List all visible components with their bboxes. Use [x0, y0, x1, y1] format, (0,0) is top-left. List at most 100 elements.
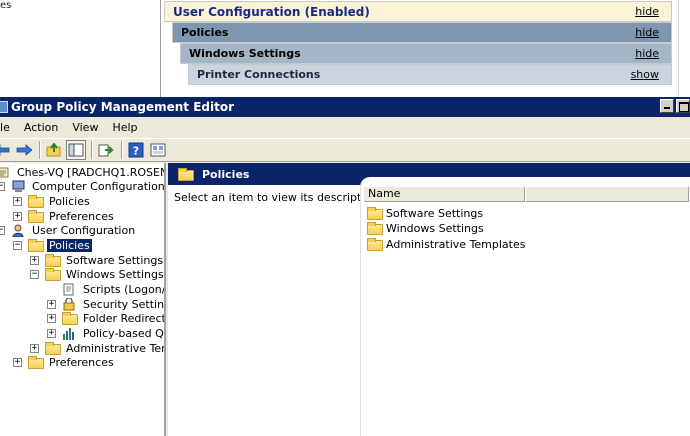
expand-toggle[interactable]: + — [13, 197, 22, 206]
tree-node-administrative-templates[interactable]: + Administrative Templat — [30, 341, 164, 356]
tree-label: Folder Redirection — [83, 312, 166, 325]
tree-label: Security Settings — [83, 298, 165, 311]
menu-bar: ile Action View Help — [0, 117, 690, 138]
computer-icon — [11, 180, 27, 193]
report-row-user-configuration: User Configuration (Enabled) hide — [164, 1, 672, 22]
tree-label: User Configuration — [32, 224, 136, 237]
tree-label: Preferences — [49, 210, 114, 223]
column-header-extra[interactable] — [525, 187, 689, 202]
export-list-icon[interactable] — [96, 140, 116, 160]
items-list[interactable]: Name Software Settings Windows Settings … — [360, 177, 690, 436]
menu-view[interactable]: View — [65, 121, 105, 134]
collapse-toggle[interactable]: − — [0, 182, 5, 191]
report-divider — [160, 0, 161, 97]
hide-link[interactable]: hide — [635, 47, 659, 60]
tree-node-windows-settings[interactable]: − Windows Settings — [30, 267, 164, 282]
expand-toggle[interactable]: + — [47, 300, 56, 309]
expand-toggle[interactable]: + — [47, 329, 56, 338]
hide-link[interactable]: hide — [635, 26, 659, 39]
folder-icon — [367, 222, 383, 235]
tree-label: Administrative Templat — [66, 342, 164, 355]
tree-node-user-configuration[interactable]: − User Configuration — [0, 223, 137, 238]
expand-toggle[interactable]: + — [13, 212, 22, 221]
description-text: Select an item to view its description. — [174, 191, 382, 204]
menu-action[interactable]: Action — [17, 121, 65, 134]
tree-node-policy-based-qos[interactable]: + Policy-based QoS — [47, 326, 164, 341]
forward-arrow-icon[interactable] — [14, 140, 34, 160]
tree-label: Ches-VQ [RADCHQ1.ROSENBERG. — [17, 166, 166, 179]
left-fragment-text: es — [0, 0, 12, 11]
toolbar: ? — [0, 138, 690, 162]
tree-node-folder-redirection[interactable]: + Folder Redirection — [47, 311, 166, 326]
folder-icon — [28, 210, 44, 223]
hide-link[interactable]: hide — [635, 5, 659, 18]
folder-open-icon — [28, 239, 44, 252]
toolbar-separator — [121, 141, 123, 159]
window-controls — [660, 99, 690, 113]
tree-node-computer-policies[interactable]: + Policies — [13, 194, 92, 209]
collapse-toggle[interactable]: − — [30, 270, 39, 279]
tree-root-gpo[interactable]: Ches-VQ [RADCHQ1.ROSENBERG. — [0, 165, 166, 180]
tree-node-user-preferences[interactable]: + Preferences — [13, 355, 116, 370]
collapse-toggle[interactable]: − — [13, 241, 22, 250]
maximize-button[interactable] — [676, 99, 690, 113]
show-link[interactable]: show — [631, 68, 659, 81]
tree-node-scripts[interactable]: Scripts (Logon/Logo — [62, 282, 164, 297]
expand-toggle[interactable]: + — [13, 358, 22, 367]
security-icon — [62, 297, 78, 311]
expand-toggle[interactable]: + — [47, 314, 56, 323]
qos-chart-icon — [62, 327, 78, 340]
list-item-label: Windows Settings — [386, 222, 484, 235]
help-icon[interactable]: ? — [126, 140, 146, 160]
tree-node-user-policies[interactable]: − Policies — [13, 238, 93, 253]
svg-text:?: ? — [133, 145, 139, 158]
app-icon — [0, 101, 8, 113]
list-item-software-settings[interactable]: Software Settings — [367, 206, 483, 221]
report-row-policies: Policies hide — [172, 22, 672, 43]
tree-label: Windows Settings — [66, 268, 164, 281]
folder-icon — [367, 238, 383, 251]
minimize-button[interactable] — [660, 99, 674, 113]
menu-help[interactable]: Help — [105, 121, 144, 134]
up-folder-icon[interactable] — [44, 140, 64, 160]
gp-settings-report: es User Configuration (Enabled) hide Pol… — [0, 0, 690, 97]
user-icon — [11, 224, 27, 238]
show-hide-tree-icon[interactable] — [66, 140, 86, 160]
list-item-label: Software Settings — [386, 207, 484, 220]
folder-icon — [28, 195, 44, 208]
report-row-label: Policies — [181, 26, 229, 39]
column-header-name[interactable]: Name — [363, 187, 525, 202]
folder-icon — [178, 167, 194, 181]
tree-label-selected: Policies — [46, 238, 93, 253]
console-tree[interactable]: Ches-VQ [RADCHQ1.ROSENBERG. − Computer C… — [0, 163, 166, 436]
report-row-label: Windows Settings — [189, 47, 301, 60]
list-item-administrative-templates[interactable]: Administrative Templates — [367, 237, 526, 252]
folder-icon — [367, 207, 383, 220]
report-row-windows-settings: Windows Settings hide — [180, 43, 672, 64]
report-row-printer-connections: Printer Connections show — [188, 64, 672, 85]
list-item-windows-settings[interactable]: Windows Settings — [367, 221, 484, 236]
report-row-label: User Configuration (Enabled) — [173, 4, 370, 19]
folder-icon — [45, 342, 61, 355]
toolbar-separator — [91, 141, 93, 159]
back-arrow-icon[interactable] — [0, 140, 12, 160]
tree-node-computer-configuration[interactable]: − Computer Configuration — [0, 179, 164, 194]
properties-icon[interactable] — [148, 140, 168, 160]
gpme-window: Group Policy Management Editor ile Actio… — [0, 97, 690, 436]
collapse-toggle[interactable]: − — [0, 226, 5, 235]
tree-node-computer-preferences[interactable]: + Preferences — [13, 209, 116, 224]
script-icon — [62, 283, 78, 296]
gpo-scroll-icon — [0, 166, 12, 179]
title-bar[interactable]: Group Policy Management Editor — [0, 97, 690, 117]
folder-icon — [45, 268, 61, 281]
report-left-fragment: es — [0, 0, 12, 97]
folder-icon — [45, 254, 61, 267]
tree-node-software-settings[interactable]: + Software Settings — [30, 253, 164, 268]
expand-toggle[interactable]: + — [30, 344, 39, 353]
folder-icon — [62, 312, 78, 325]
menu-file[interactable]: ile — [0, 121, 17, 134]
tree-node-security-settings[interactable]: + Security Settings — [47, 297, 165, 312]
expand-toggle[interactable]: + — [30, 256, 39, 265]
details-pane: Policies Select an item to view its desc… — [168, 163, 690, 436]
details-title: Policies — [202, 167, 250, 181]
